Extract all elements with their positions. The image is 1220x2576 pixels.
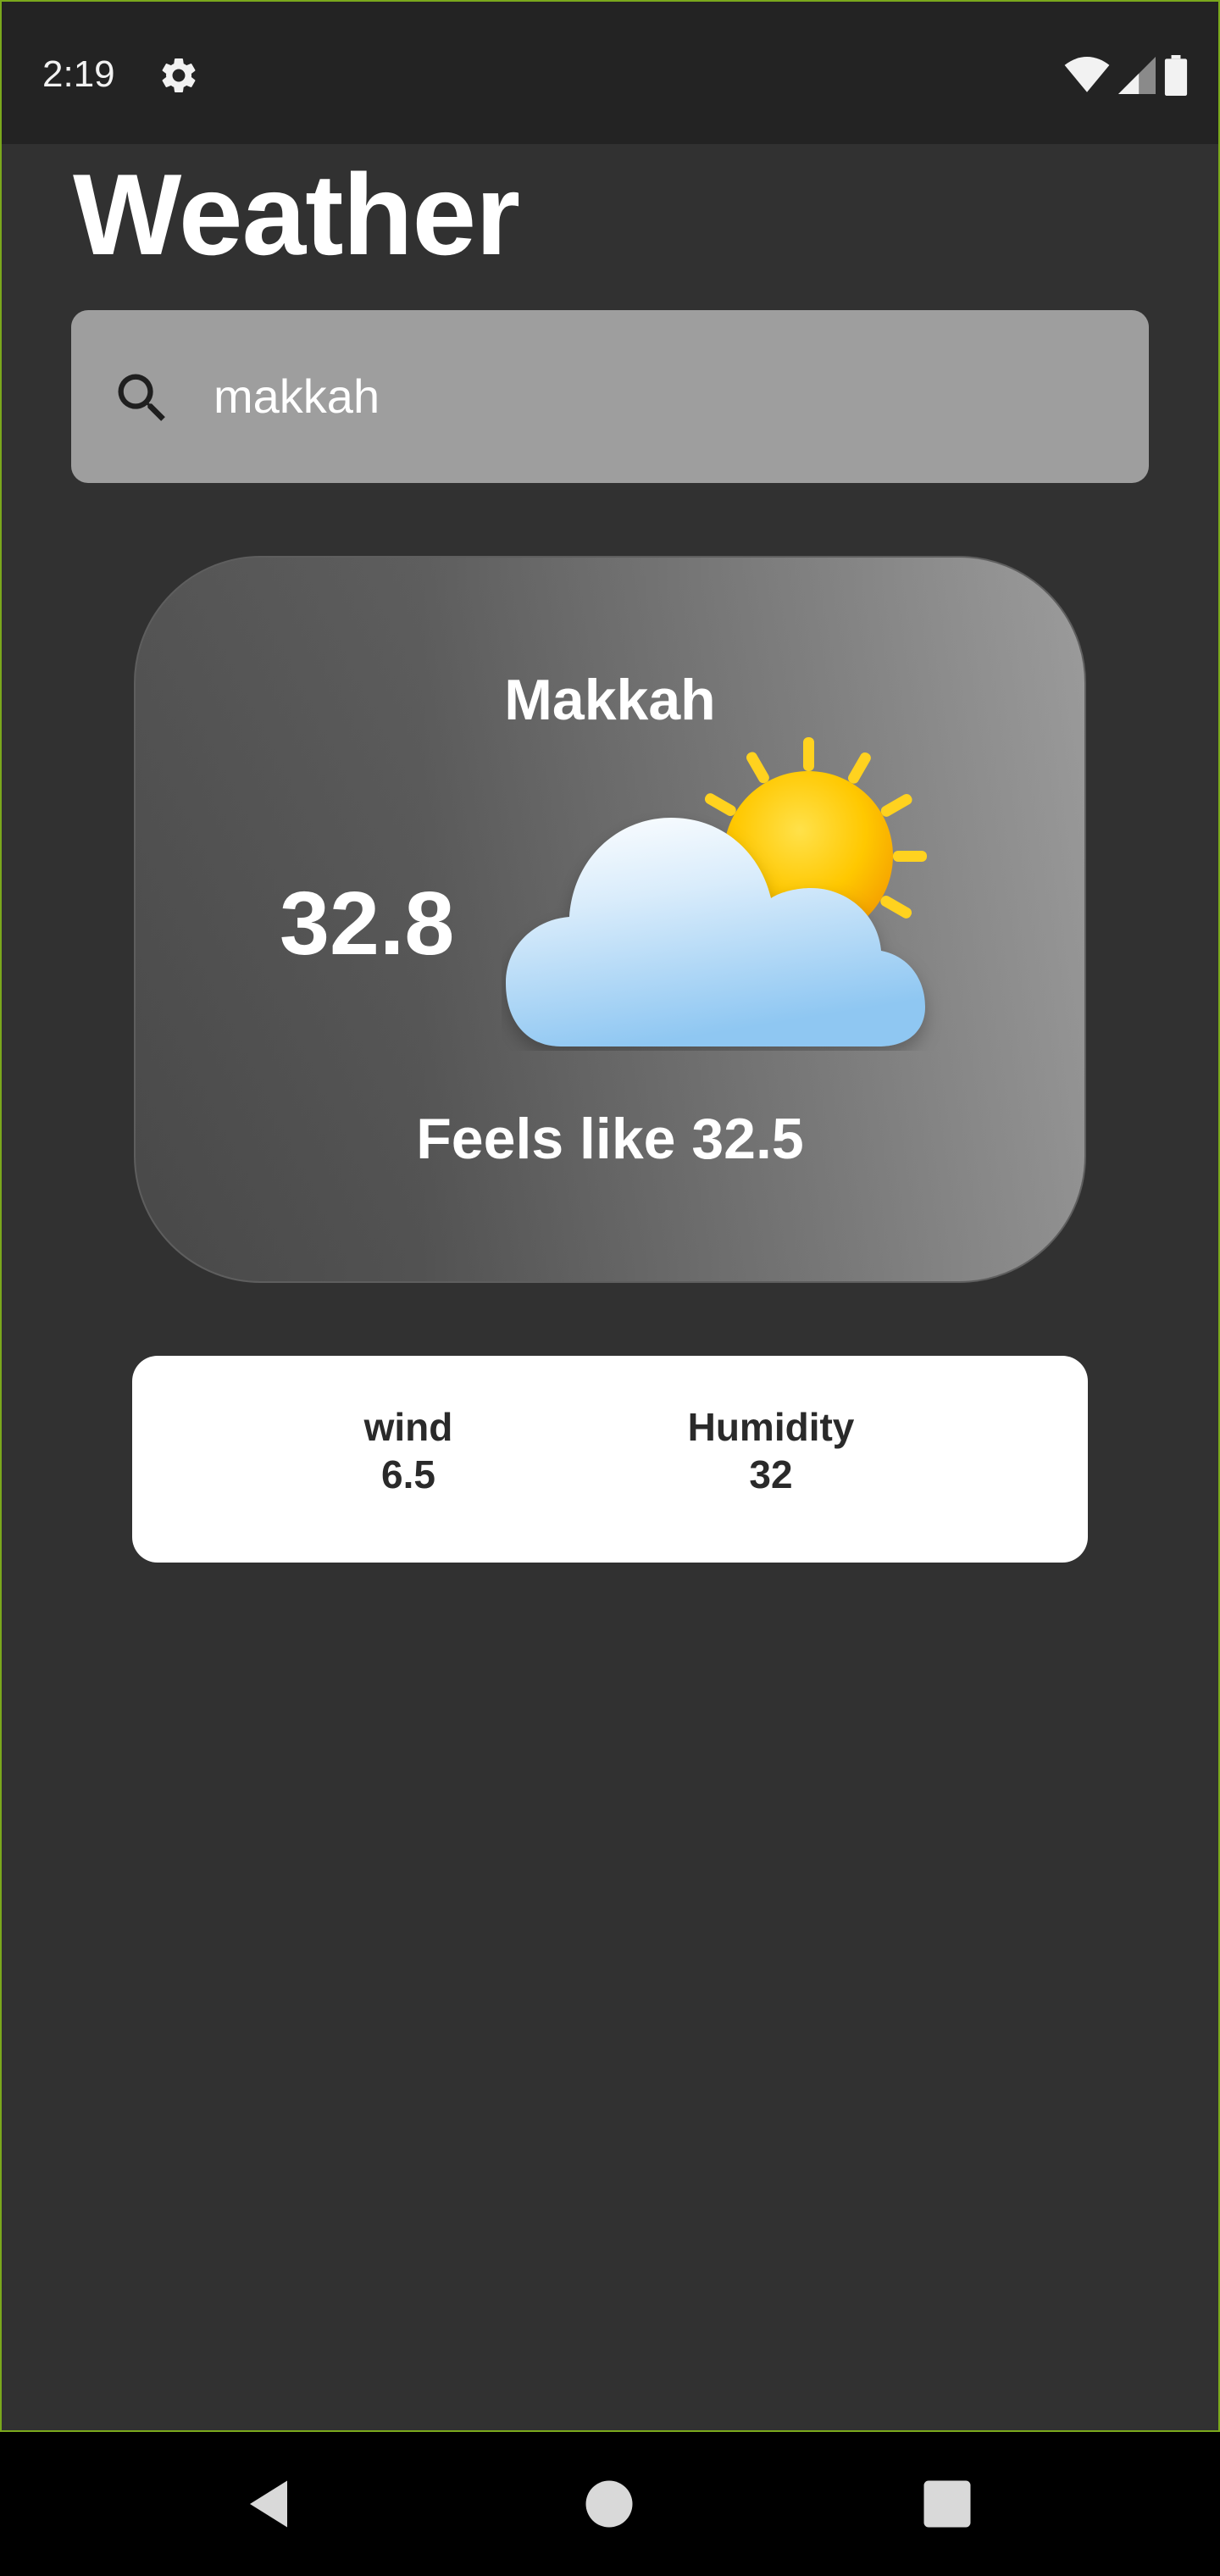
status-icons: [1064, 54, 1188, 97]
recents-icon[interactable]: [919, 2476, 975, 2532]
city-name: Makkah: [504, 668, 716, 732]
wifi-icon: [1064, 57, 1110, 92]
wind-detail: wind 6.5: [324, 1403, 493, 1498]
wind-value: 6.5: [381, 1452, 435, 1496]
partly-cloudy-icon: [506, 737, 927, 1046]
page-title: Weather: [73, 150, 520, 279]
status-time: 2:19: [42, 53, 115, 95]
humidity-detail: Humidity 32: [669, 1403, 873, 1498]
status-bar: 2:19: [2, 2, 1218, 144]
battery-icon: [1164, 55, 1188, 96]
home-icon[interactable]: [581, 2476, 637, 2532]
temperature-value: 32.8: [280, 874, 455, 974]
search-input[interactable]: [214, 359, 1112, 434]
search-icon[interactable]: [110, 366, 175, 430]
wind-label: wind: [363, 1405, 453, 1449]
feels-like-text: Feels like 32.5: [416, 1107, 804, 1171]
humidity-value: 32: [749, 1452, 793, 1496]
details-card: [132, 1356, 1088, 1563]
back-icon[interactable]: [241, 2476, 297, 2532]
humidity-label: Humidity: [687, 1405, 855, 1449]
cell-signal-icon: [1118, 57, 1156, 94]
settings-gear-icon: [162, 58, 196, 92]
